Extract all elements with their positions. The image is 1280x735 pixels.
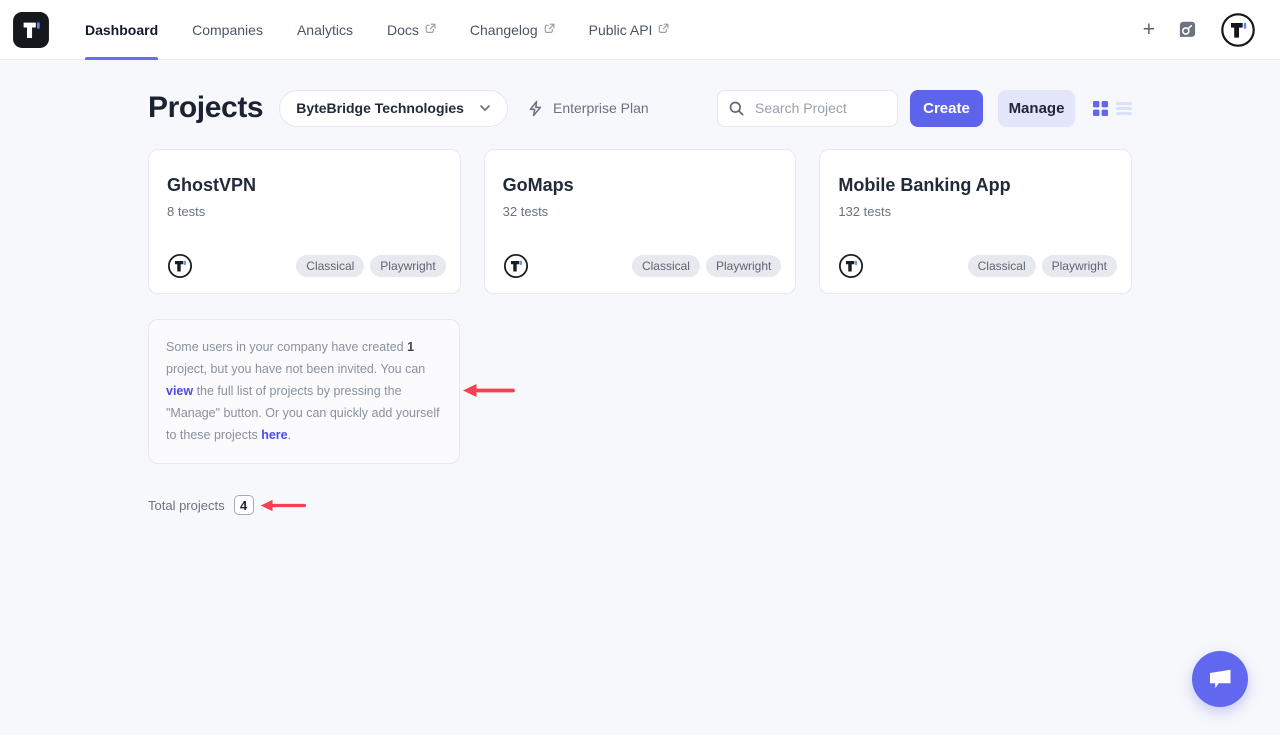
badge-playwright: Playwright <box>706 255 781 277</box>
project-logo-icon <box>838 253 864 279</box>
badge-classical: Classical <box>632 255 700 277</box>
plan-indicator: Enterprise Plan <box>527 100 649 117</box>
project-name: Mobile Banking App <box>838 175 1113 196</box>
project-card-mobile-banking-app[interactable]: Mobile Banking App 132 tests Classical P… <box>819 149 1132 294</box>
external-link-icon <box>425 23 436 34</box>
invitation-notice-row: Some users in your company have created … <box>148 319 460 464</box>
project-name: GhostVPN <box>167 175 442 196</box>
project-badges: Classical Playwright <box>632 255 781 277</box>
main-nav: Dashboard Companies Analytics Docs Chang… <box>68 0 686 60</box>
badge-playwright: Playwright <box>370 255 445 277</box>
project-search <box>717 90 898 127</box>
notice-text: . <box>288 428 291 442</box>
total-projects-row: Total projects 4 <box>148 495 1132 515</box>
projects-page: Projects ByteBridge Technologies Enterpr… <box>0 60 1280 515</box>
annotation-arrow-notice <box>461 383 516 398</box>
chevron-down-icon <box>479 102 491 114</box>
nav-item-docs[interactable]: Docs <box>370 0 453 60</box>
badge-playwright: Playwright <box>1042 255 1117 277</box>
list-view-icon[interactable] <box>1116 102 1132 115</box>
nav-item-companies[interactable]: Companies <box>175 0 280 60</box>
nav-label: Docs <box>387 22 419 38</box>
chat-bubble-icon <box>1206 665 1234 693</box>
nav-label: Dashboard <box>85 22 158 38</box>
plan-name: Enterprise Plan <box>553 100 649 116</box>
doc-search-icon[interactable] <box>1178 20 1197 39</box>
view-mode-toggle <box>1093 101 1132 116</box>
external-link-icon <box>544 23 555 34</box>
annotation-arrow-total <box>259 498 307 513</box>
notice-project-count: 1 <box>407 340 414 354</box>
total-projects-count-badge: 4 <box>234 495 254 515</box>
nav-item-changelog[interactable]: Changelog <box>453 0 572 60</box>
add-icon[interactable]: + <box>1143 19 1155 40</box>
notice-text: project, but you have not been invited. … <box>166 362 425 376</box>
project-tests-count: 8 tests <box>167 204 442 219</box>
project-badges: Classical Playwright <box>968 255 1117 277</box>
badge-classical: Classical <box>296 255 364 277</box>
nav-right-actions: + <box>1143 12 1256 48</box>
page-title: Projects <box>148 91 263 125</box>
nav-item-dashboard[interactable]: Dashboard <box>68 0 175 60</box>
top-navigation-bar: Dashboard Companies Analytics Docs Chang… <box>0 0 1280 60</box>
invitation-notice-card: Some users in your company have created … <box>148 319 460 464</box>
manage-projects-button[interactable]: Manage <box>998 90 1075 127</box>
nav-label: Changelog <box>470 22 538 38</box>
project-logo-icon <box>503 253 529 279</box>
search-input[interactable] <box>753 99 886 117</box>
page-header: Projects ByteBridge Technologies Enterpr… <box>148 89 1132 127</box>
user-avatar[interactable] <box>1220 12 1256 48</box>
total-projects-label: Total projects <box>148 498 225 513</box>
project-logo-icon <box>167 253 193 279</box>
grid-view-icon[interactable] <box>1093 101 1108 116</box>
company-selector-dropdown[interactable]: ByteBridge Technologies <box>279 90 508 127</box>
projects-grid: GhostVPN 8 tests Classical Playwright Go… <box>148 149 1132 294</box>
invitation-notice-text: Some users in your company have created … <box>166 336 442 446</box>
badge-classical: Classical <box>968 255 1036 277</box>
project-card-ghostvpn[interactable]: GhostVPN 8 tests Classical Playwright <box>148 149 461 294</box>
add-yourself-link[interactable]: here <box>261 428 287 442</box>
nav-item-public-api[interactable]: Public API <box>572 0 687 60</box>
company-selector-value: ByteBridge Technologies <box>296 100 464 116</box>
project-badges: Classical Playwright <box>296 255 445 277</box>
notice-text: Some users in your company have created <box>166 340 407 354</box>
lightning-bolt-icon <box>527 100 544 117</box>
notice-text: the full list of projects by pressing th… <box>166 384 440 442</box>
search-icon <box>729 101 744 116</box>
project-card-gomaps[interactable]: GoMaps 32 tests Classical Playwright <box>484 149 797 294</box>
view-projects-link[interactable]: view <box>166 384 193 398</box>
chat-widget-button[interactable] <box>1192 651 1248 707</box>
external-link-icon <box>658 23 669 34</box>
nav-label: Companies <box>192 22 263 38</box>
project-tests-count: 132 tests <box>838 204 1113 219</box>
app-logo[interactable] <box>12 11 50 49</box>
nav-item-analytics[interactable]: Analytics <box>280 0 370 60</box>
project-name: GoMaps <box>503 175 778 196</box>
project-tests-count: 32 tests <box>503 204 778 219</box>
nav-label: Analytics <box>297 22 353 38</box>
nav-label: Public API <box>589 22 653 38</box>
create-project-button[interactable]: Create <box>910 90 983 127</box>
